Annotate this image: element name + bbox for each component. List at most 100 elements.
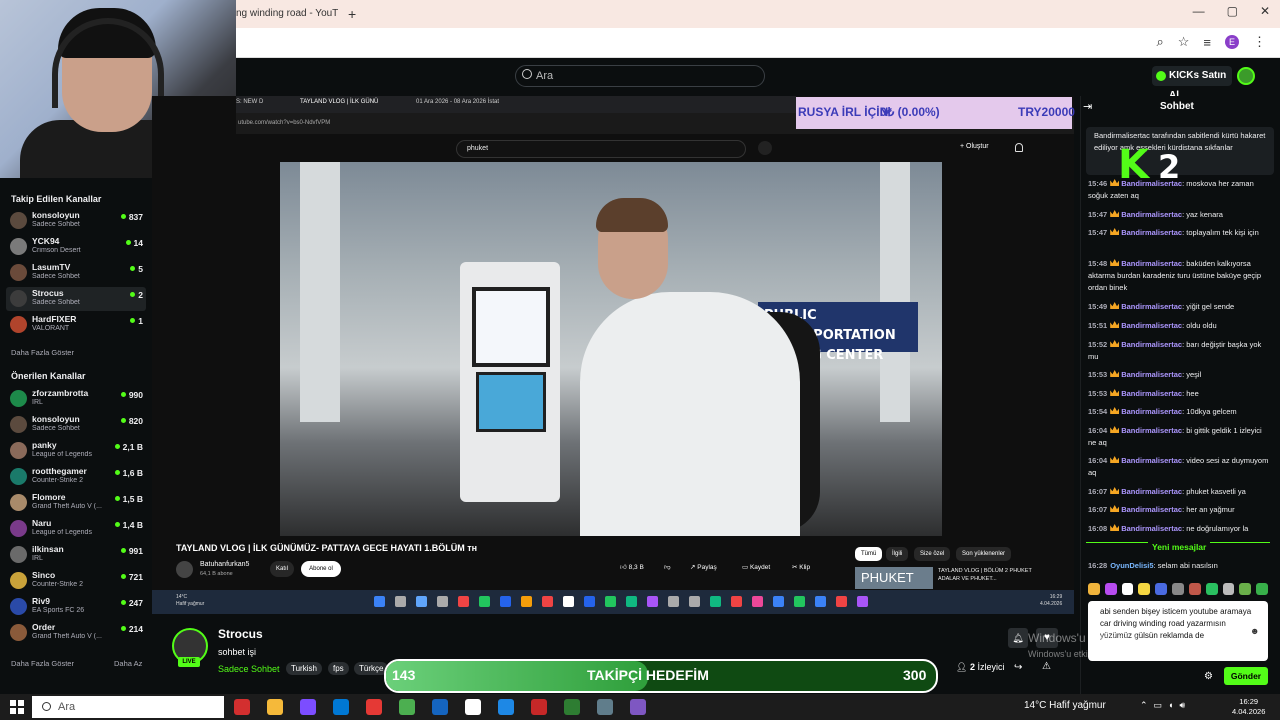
taskbar-app-icon[interactable] — [333, 699, 349, 715]
message-username[interactable]: Bandirmalisertac — [1121, 426, 1182, 435]
sidebar-channel-order[interactable]: Order Grand Theft Auto V (... 214 — [10, 621, 146, 645]
media-control-icon[interactable]: ≡ — [1203, 35, 1211, 50]
taskbar-app-icon[interactable] — [432, 699, 448, 715]
inner-taskbar-app-icon — [752, 596, 763, 607]
sidebar-channel-riv9[interactable]: Riv9 EA Sports FC 26 247 — [10, 595, 146, 619]
taskbar-app-icon[interactable] — [564, 699, 580, 715]
sidebar-channel-panky[interactable]: panky League of Legends 2,1 B — [10, 439, 146, 463]
profile-avatar[interactable]: E — [1225, 35, 1239, 49]
taskbar-app-icon[interactable] — [366, 699, 382, 715]
share-icon[interactable]: ↪ — [1014, 662, 1022, 673]
message-time: 15:47 — [1088, 228, 1108, 237]
chat-title: Sohbet — [1160, 101, 1194, 112]
channel-name[interactable]: Strocus — [218, 627, 263, 641]
message-username[interactable]: Bandirmalisertac — [1121, 456, 1182, 465]
message-username[interactable]: Bandirmalisertac — [1121, 389, 1182, 398]
sidebar-channel-naru[interactable]: Naru League of Legends 1,4 B — [10, 517, 146, 541]
sidebar-channel-konsoloyun[interactable]: konsoloyun Sadece Sohbet 837 — [10, 209, 146, 233]
emote-icon[interactable] — [1188, 583, 1201, 595]
tag-fps[interactable]: fps — [328, 662, 349, 675]
left-sidebar: Takip Edilen Kanallar konsoloyun Sadece S… — [0, 178, 152, 694]
taskbar-app-icon[interactable] — [498, 699, 514, 715]
message-username[interactable]: Bandirmalisertac — [1121, 340, 1182, 349]
message-username[interactable]: Bandirmalisertac — [1121, 505, 1182, 514]
taskbar-app-icon[interactable] — [630, 699, 646, 715]
channel-name: YCK94 — [32, 236, 60, 246]
emote-icon[interactable] — [1121, 583, 1134, 595]
report-icon[interactable]: ⚠ — [1042, 661, 1051, 672]
emote-icon[interactable] — [1172, 583, 1184, 595]
sidebar-channel-ilkinsan[interactable]: ilkinsan IRL 991 — [10, 543, 146, 567]
taskbar-weather[interactable]: 14°C Hafif yağmur — [1024, 700, 1106, 711]
menu-icon[interactable]: ⋮ — [1253, 34, 1266, 50]
channel-avatar — [10, 316, 27, 333]
send-button[interactable]: Gönder — [1224, 667, 1268, 685]
viewer-count: 990 — [121, 390, 143, 400]
notification-bell-icon[interactable]: 🔔︎ — [1008, 628, 1028, 648]
message-username[interactable]: Bandirmalisertac — [1121, 487, 1182, 496]
system-tray-icons[interactable]: ⌃▭◖🔊︎ — [1140, 700, 1191, 711]
collapse-chat-icon[interactable]: ⇥ — [1083, 100, 1092, 113]
emote-icon[interactable] — [1104, 583, 1117, 595]
emote-icon[interactable] — [1239, 583, 1252, 595]
sidebar-channel-rootthegamer[interactable]: rootthegamer Counter-Strike 2 1,6 B — [10, 465, 146, 489]
message-text: oldu oldu — [1186, 321, 1217, 330]
bookmark-star-icon[interactable]: ☆ — [1178, 34, 1190, 50]
close-window-button[interactable]: ✕ — [1260, 4, 1270, 24]
taskbar-search-input[interactable]: Ara — [32, 696, 224, 718]
chat-message: 16:07 Bandirmalisertac: phuket kasvetli y… — [1088, 487, 1246, 496]
emote-icon[interactable] — [1222, 583, 1235, 595]
message-username[interactable]: Bandirmalisertac — [1121, 524, 1182, 533]
inner-taskbar-app-icon — [521, 596, 532, 607]
taskbar-app-icon[interactable] — [399, 699, 415, 715]
message-username[interactable]: Bandirmalisertac — [1121, 179, 1182, 188]
message-username[interactable]: Bandirmalisertac — [1121, 321, 1182, 330]
emote-icon[interactable] — [1205, 583, 1218, 595]
channel-name: LasumTV — [32, 262, 71, 272]
message-username[interactable]: Bandirmalisertac — [1121, 259, 1182, 268]
sidebar-channel-konsoloyun[interactable]: konsoloyun Sadece Sohbet 820 — [10, 413, 146, 437]
emoji-picker-icon[interactable]: ☻ — [1250, 626, 1259, 636]
user-avatar[interactable] — [1237, 67, 1255, 85]
windows-start-icon[interactable] — [10, 700, 24, 714]
emote-icon[interactable] — [1138, 583, 1151, 595]
browser-tab[interactable]: ng winding road - YouT — [236, 4, 344, 24]
sidebar-channel-strocus[interactable]: Strocus Sadece Sohbet 2 — [6, 287, 146, 311]
taskbar-app-icon[interactable] — [597, 699, 613, 715]
stream-category[interactable]: Sadece Sohbet — [218, 664, 280, 674]
show-less-button[interactable]: Daha Az — [114, 659, 142, 668]
sidebar-channel-lasumtv[interactable]: LasumTV Sadece Sohbet 5 — [10, 261, 146, 285]
taskbar-app-icon[interactable] — [300, 699, 316, 715]
new-messages-label[interactable]: Yeni mesajlar — [1148, 542, 1211, 552]
message-username[interactable]: Bandirmalisertac — [1121, 407, 1182, 416]
tag-turkish[interactable]: Turkish — [286, 662, 322, 675]
sidebar-channel-yck94[interactable]: YCK94 Crimson Desert 14 — [10, 235, 146, 259]
channel-avatar — [10, 572, 27, 589]
sidebar-channel-sinco[interactable]: Sinco Counter-Strike 2 721 — [10, 569, 146, 593]
sidebar-channel-hardfixer[interactable]: HardFIXER VALORANT 1 — [10, 313, 146, 337]
sidebar-channel-flomore[interactable]: Flomore Grand Theft Auto V (... 1,5 B — [10, 491, 146, 515]
minimize-button[interactable]: — — [1193, 4, 1205, 24]
message-username[interactable]: Bandirmalisertac — [1121, 210, 1182, 219]
youtube-channel-avatar — [176, 561, 193, 578]
sidebar-channel-zforzambrotta[interactable]: zforzambrotta IRL 990 — [10, 387, 146, 411]
search-input[interactable]: Ara — [515, 65, 765, 87]
emote-icon[interactable] — [1256, 583, 1268, 595]
taskbar-app-icon[interactable] — [267, 699, 283, 715]
emote-icon[interactable] — [1155, 583, 1168, 595]
channel-name: Naru — [32, 518, 52, 528]
taskbar-app-icon[interactable] — [531, 699, 547, 715]
message-username[interactable]: Bandirmalisertac — [1121, 228, 1182, 237]
emote-icon[interactable] — [1088, 583, 1100, 595]
zoom-icon[interactable]: ⌕ — [1156, 34, 1163, 50]
maximize-button[interactable]: ▢ — [1227, 4, 1238, 24]
show-more-followed[interactable]: Daha Fazla Göster — [11, 348, 74, 357]
message-username[interactable]: Bandirmalisertac — [1121, 302, 1182, 311]
new-tab-button[interactable]: + — [348, 4, 364, 24]
taskbar-clock[interactable]: 16:29 4.04.2026 — [1232, 697, 1265, 717]
chat-settings-gear-icon[interactable]: ⚙ — [1204, 671, 1213, 682]
message-username[interactable]: Bandirmalisertac — [1121, 370, 1182, 379]
taskbar-app-icon[interactable] — [465, 699, 481, 715]
taskbar-app-icon[interactable] — [234, 699, 250, 715]
show-more-recommended[interactable]: Daha Fazla Göster — [11, 659, 74, 668]
